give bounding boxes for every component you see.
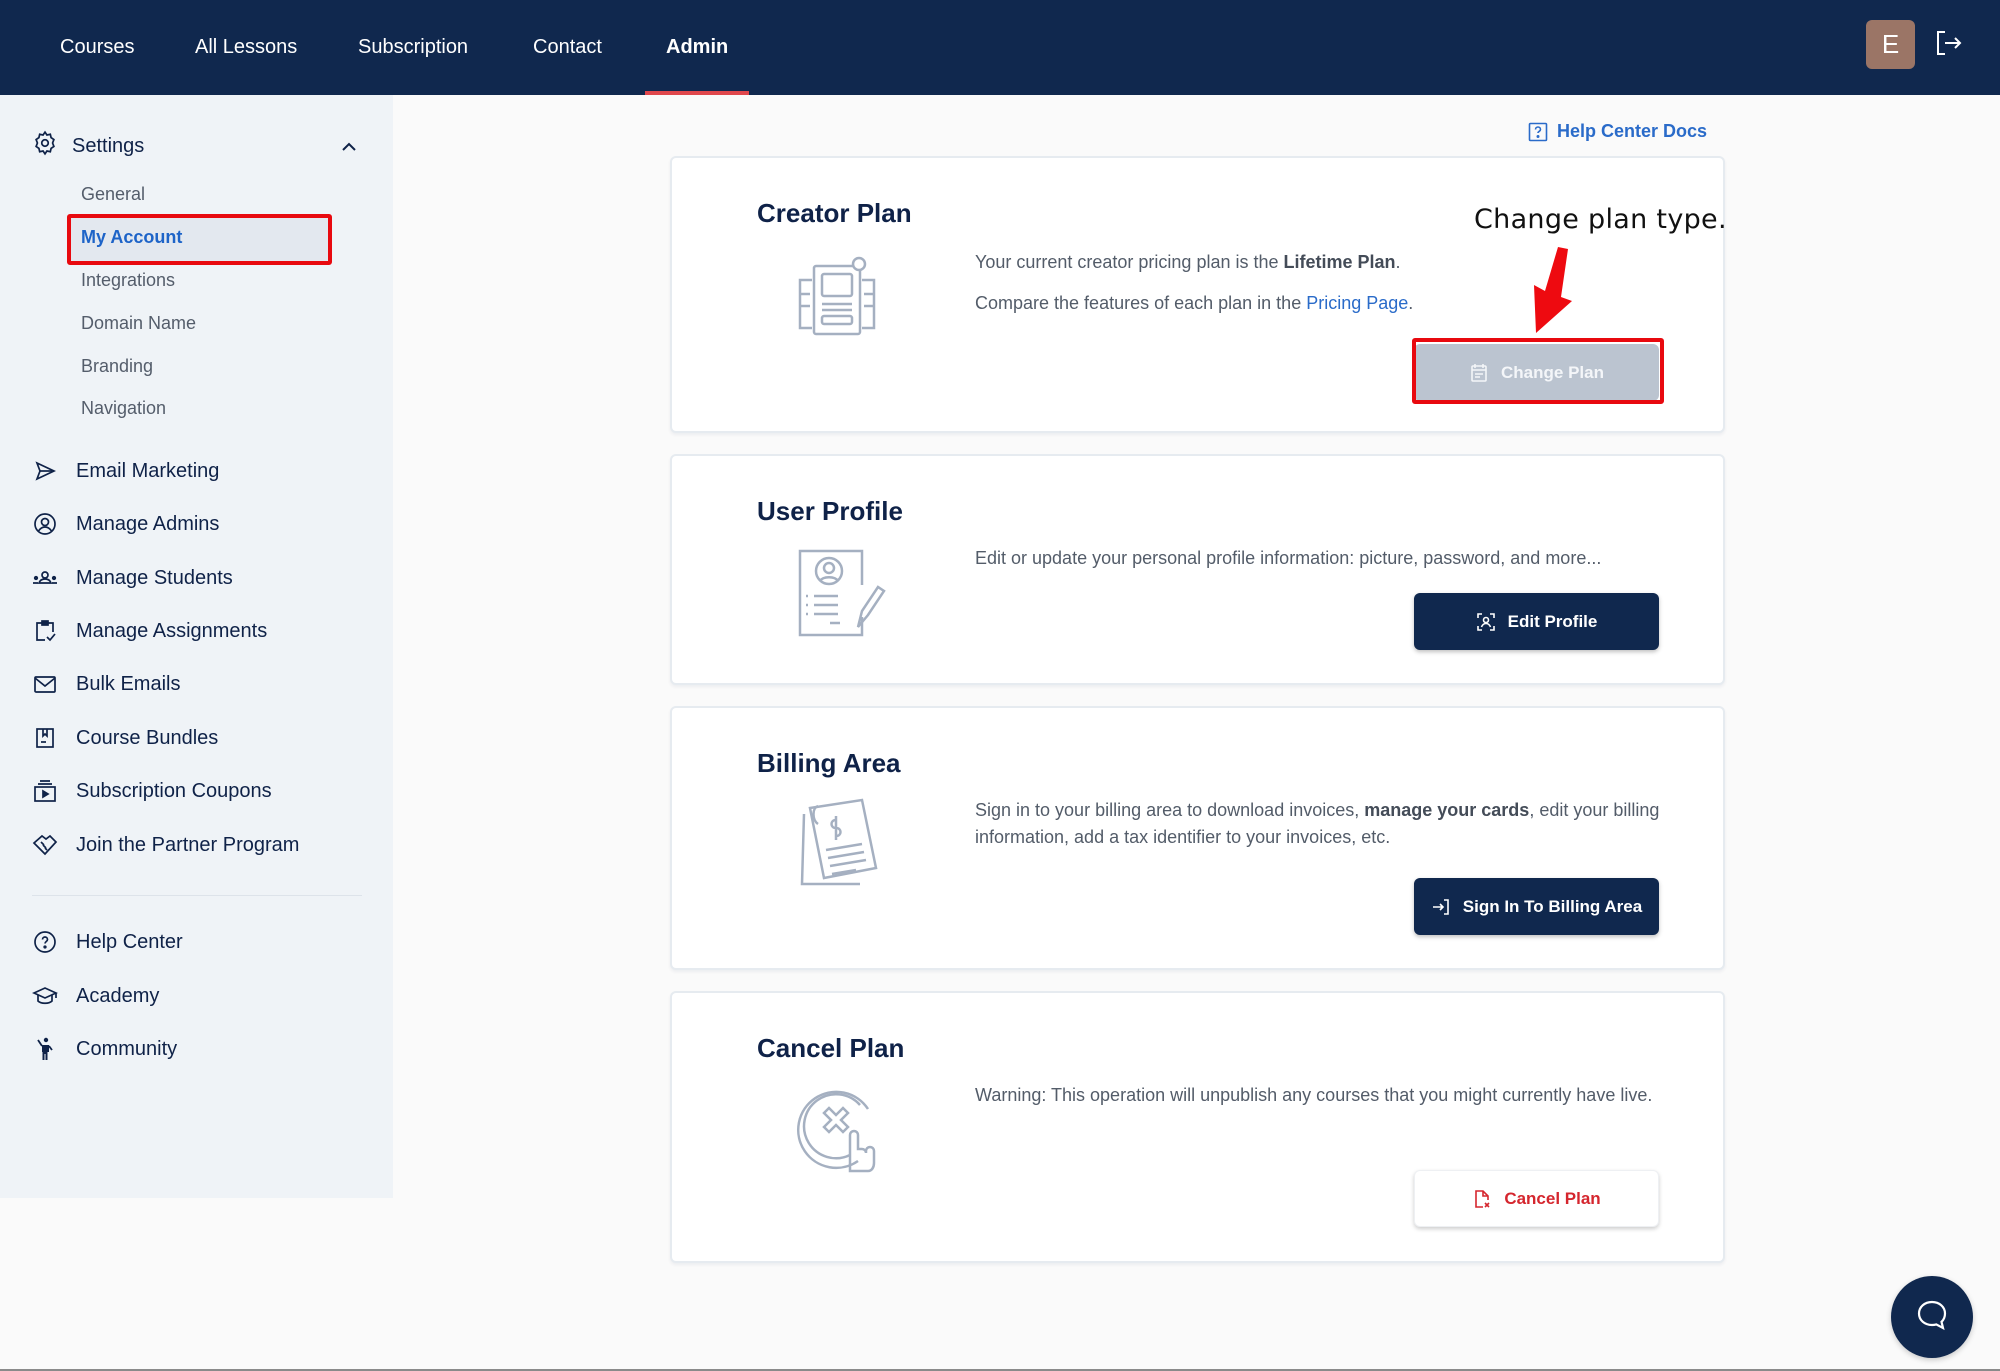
user-profile-illustration-icon xyxy=(792,541,892,641)
sidebar-item-email-marketing[interactable]: Email Marketing xyxy=(31,456,219,486)
change-plan-highlight-box xyxy=(1412,338,1664,404)
sidebar-divider xyxy=(32,895,362,896)
sidebar-item-label: Academy xyxy=(76,984,160,1007)
nav-all-lessons[interactable]: All Lessons xyxy=(195,0,297,95)
cancel-plan-card: Cancel Plan Warning: This operation will… xyxy=(670,991,1725,1263)
pricing-page-link[interactable]: Pricing Page xyxy=(1306,293,1408,313)
chat-bubble-icon xyxy=(1914,1297,1950,1338)
coupon-icon xyxy=(31,777,59,805)
sidebar-item-label: Subscription Coupons xyxy=(76,779,272,802)
edit-profile-button[interactable]: Edit Profile xyxy=(1414,593,1659,650)
sidebar-subitem-branding[interactable]: Branding xyxy=(81,356,153,377)
cancel-plan-warning: Warning: This operation will unpublish a… xyxy=(975,1085,1653,1105)
cancel-plan-illustration-icon xyxy=(792,1081,892,1181)
clipboard-check-icon xyxy=(31,617,59,645)
sidebar-subitem-domain-name[interactable]: Domain Name xyxy=(81,313,196,334)
creator-plan-illustration-icon xyxy=(792,250,892,350)
sidebar-item-label: Community xyxy=(76,1037,178,1060)
sidebar-item-label: Help Center xyxy=(76,930,183,953)
send-icon xyxy=(31,457,59,485)
nav-contact[interactable]: Contact xyxy=(533,0,602,95)
sidebar-item-label: Manage Assignments xyxy=(76,619,268,642)
cancel-plan-label: Cancel Plan xyxy=(1504,1188,1601,1208)
user-profile-description: Edit or update your personal profile inf… xyxy=(975,548,1602,568)
cancel-plan-title: Cancel Plan xyxy=(757,1033,905,1063)
sidebar-item-course-bundles[interactable]: Course Bundles xyxy=(31,723,218,753)
sign-in-billing-area-label: Sign In To Billing Area xyxy=(1462,896,1643,916)
mail-icon xyxy=(31,670,59,698)
logout-icon[interactable] xyxy=(1934,28,1964,58)
creator-plan-title: Creator Plan xyxy=(757,198,912,228)
sidebar: Settings General My Account Integrations… xyxy=(0,95,393,1198)
user-circle-icon xyxy=(31,510,59,538)
question-square-icon xyxy=(1528,122,1548,142)
cancel-plan-button[interactable]: Cancel Plan xyxy=(1414,1170,1659,1227)
gear-icon xyxy=(32,130,58,162)
graduation-cap-icon xyxy=(31,982,59,1010)
user-profile-title: User Profile xyxy=(757,496,903,526)
sidebar-item-label: Join the Partner Program xyxy=(76,833,300,856)
users-icon xyxy=(31,564,59,592)
sidebar-subitem-integrations[interactable]: Integrations xyxy=(81,270,175,291)
sidebar-item-label: Email Marketing xyxy=(76,459,220,482)
help-center-docs-label: Help Center Docs xyxy=(1557,121,1708,141)
sidebar-item-help-center[interactable]: Help Center xyxy=(31,927,183,957)
person-waving-icon xyxy=(31,1035,59,1063)
sidebar-item-manage-assignments[interactable]: Manage Assignments xyxy=(31,616,267,646)
sidebar-item-community[interactable]: Community xyxy=(31,1034,177,1064)
sidebar-subitem-my-account[interactable]: My Account xyxy=(81,227,182,248)
sidebar-item-label: Course Bundles xyxy=(76,726,219,749)
sidebar-settings-toggle[interactable]: Settings xyxy=(32,130,145,162)
sidebar-item-manage-admins[interactable]: Manage Admins xyxy=(31,509,219,539)
chat-support-button[interactable] xyxy=(1891,1276,1973,1358)
annotation-text: Change plan type. xyxy=(1474,204,1727,235)
billing-area-title: Billing Area xyxy=(757,748,901,778)
top-navigation-bar: Courses All Lessons Subscription Contact… xyxy=(0,0,2000,95)
file-x-icon xyxy=(1472,1189,1492,1209)
nav-subscription[interactable]: Subscription xyxy=(358,0,468,95)
sidebar-item-manage-students[interactable]: Manage Students xyxy=(31,563,233,593)
current-plan-name: Lifetime Plan xyxy=(1283,252,1396,272)
chevron-up-icon[interactable] xyxy=(340,138,358,156)
question-circle-icon xyxy=(31,928,59,956)
sidebar-item-academy[interactable]: Academy xyxy=(31,981,159,1011)
handshake-icon xyxy=(31,831,59,859)
nav-courses[interactable]: Courses xyxy=(60,0,134,95)
sidebar-subitem-general[interactable]: General xyxy=(81,184,145,205)
nav-admin[interactable]: Admin xyxy=(644,0,750,95)
sidebar-item-label: Bulk Emails xyxy=(76,672,181,695)
sidebar-item-label: Manage Students xyxy=(76,566,233,589)
annotation-arrow-icon xyxy=(1528,245,1578,337)
user-scan-icon xyxy=(1476,612,1496,632)
sidebar-item-label: Manage Admins xyxy=(76,512,220,535)
sidebar-item-subscription-coupons[interactable]: Subscription Coupons xyxy=(31,776,272,806)
bundle-icon xyxy=(31,724,59,752)
billing-invoice-illustration-icon xyxy=(792,796,892,896)
billing-area-card: Billing Area Sign in to your billing are… xyxy=(670,706,1725,970)
sidebar-item-partner-program[interactable]: Join the Partner Program xyxy=(31,830,299,860)
billing-area-description: Sign in to your billing area to download… xyxy=(975,800,1660,847)
sidebar-settings-label: Settings xyxy=(72,134,145,157)
user-profile-card: User Profile Edit or update your persona… xyxy=(670,454,1725,685)
sign-in-icon xyxy=(1431,897,1451,917)
sign-in-billing-area-button[interactable]: Sign In To Billing Area xyxy=(1414,878,1659,935)
help-center-docs-link[interactable]: Help Center Docs xyxy=(1528,121,1707,142)
edit-profile-label: Edit Profile xyxy=(1507,611,1598,631)
sidebar-item-bulk-emails[interactable]: Bulk Emails xyxy=(31,669,180,699)
user-avatar[interactable]: E xyxy=(1866,20,1915,69)
sidebar-subitem-navigation[interactable]: Navigation xyxy=(81,398,166,419)
